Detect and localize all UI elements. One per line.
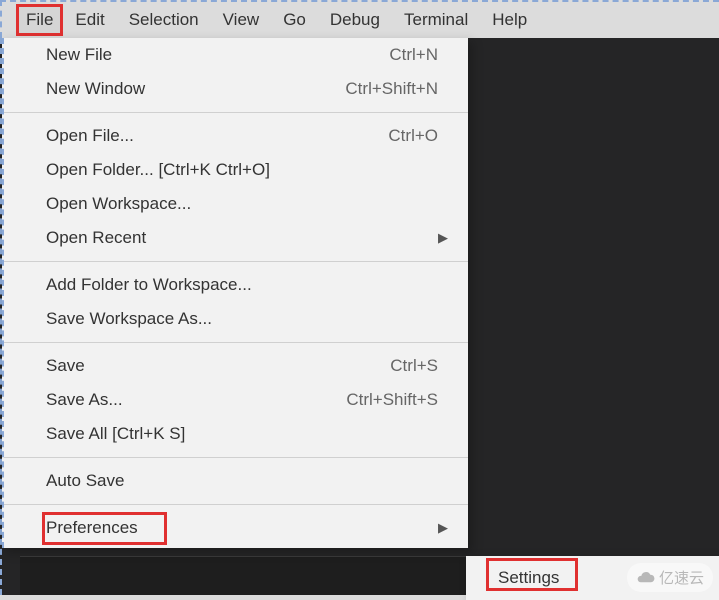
menu-item-shortcut: Ctrl+N (389, 45, 438, 65)
menubar-item-help[interactable]: Help (480, 5, 539, 35)
menu-item-save[interactable]: Save Ctrl+S (4, 349, 468, 383)
menu-separator (4, 457, 468, 458)
menu-separator (4, 342, 468, 343)
menu-item-label: Auto Save (46, 471, 124, 491)
menu-item-new-file[interactable]: New File Ctrl+N (4, 38, 468, 72)
menu-item-save-workspace-as[interactable]: Save Workspace As... (4, 302, 468, 336)
menu-separator (4, 261, 468, 262)
menu-item-label: New File (46, 45, 112, 65)
menubar-item-go[interactable]: Go (271, 5, 318, 35)
menu-item-shortcut: Ctrl+O (388, 126, 438, 146)
watermark: 亿速云 (627, 563, 713, 592)
menubar-item-edit[interactable]: Edit (63, 5, 116, 35)
menubar: File Edit Selection View Go Debug Termin… (0, 0, 719, 38)
menu-separator (4, 112, 468, 113)
menu-separator (4, 504, 468, 505)
menu-item-label: Open Recent (46, 228, 146, 248)
menubar-item-terminal[interactable]: Terminal (392, 5, 480, 35)
menu-item-preferences[interactable]: Preferences ▶ (4, 511, 468, 548)
menubar-item-file[interactable]: File (16, 4, 63, 36)
menu-item-shortcut: Ctrl+Shift+N (345, 79, 438, 99)
menu-item-label: Open File... (46, 126, 134, 146)
menubar-item-debug[interactable]: Debug (318, 5, 392, 35)
menu-item-label: Save All [Ctrl+K S] (46, 424, 185, 444)
menu-item-label: Open Workspace... (46, 194, 191, 214)
menu-item-label: Save Workspace As... (46, 309, 212, 329)
menu-item-label: Preferences (46, 518, 138, 538)
menu-item-open-workspace[interactable]: Open Workspace... (4, 187, 468, 221)
menubar-item-selection[interactable]: Selection (117, 5, 211, 35)
watermark-text: 亿速云 (659, 567, 704, 588)
menu-item-new-window[interactable]: New Window Ctrl+Shift+N (4, 72, 468, 106)
chevron-right-icon: ▶ (438, 520, 448, 536)
file-menu-dropdown: New File Ctrl+N New Window Ctrl+Shift+N … (2, 38, 468, 548)
menu-item-add-folder-workspace[interactable]: Add Folder to Workspace... (4, 268, 468, 302)
menu-item-label: Open Folder... [Ctrl+K Ctrl+O] (46, 160, 270, 180)
menu-item-label: Add Folder to Workspace... (46, 275, 252, 295)
menu-item-save-as[interactable]: Save As... Ctrl+Shift+S (4, 383, 468, 417)
cloud-icon (636, 568, 655, 587)
chevron-right-icon: ▶ (438, 230, 448, 246)
menu-item-shortcut: Ctrl+S (390, 356, 438, 376)
menu-item-shortcut: Ctrl+Shift+S (346, 390, 438, 410)
menu-item-label: New Window (46, 79, 145, 99)
menu-item-open-folder[interactable]: Open Folder... [Ctrl+K Ctrl+O] (4, 153, 468, 187)
menubar-item-view[interactable]: View (211, 5, 272, 35)
menu-item-open-file[interactable]: Open File... Ctrl+O (4, 119, 468, 153)
menu-item-save-all[interactable]: Save All [Ctrl+K S] (4, 417, 468, 451)
menu-item-open-recent[interactable]: Open Recent ▶ (4, 221, 468, 255)
menu-item-label: Save As... (46, 390, 123, 410)
menu-item-label: Save (46, 356, 85, 376)
menu-item-auto-save[interactable]: Auto Save (4, 464, 468, 498)
